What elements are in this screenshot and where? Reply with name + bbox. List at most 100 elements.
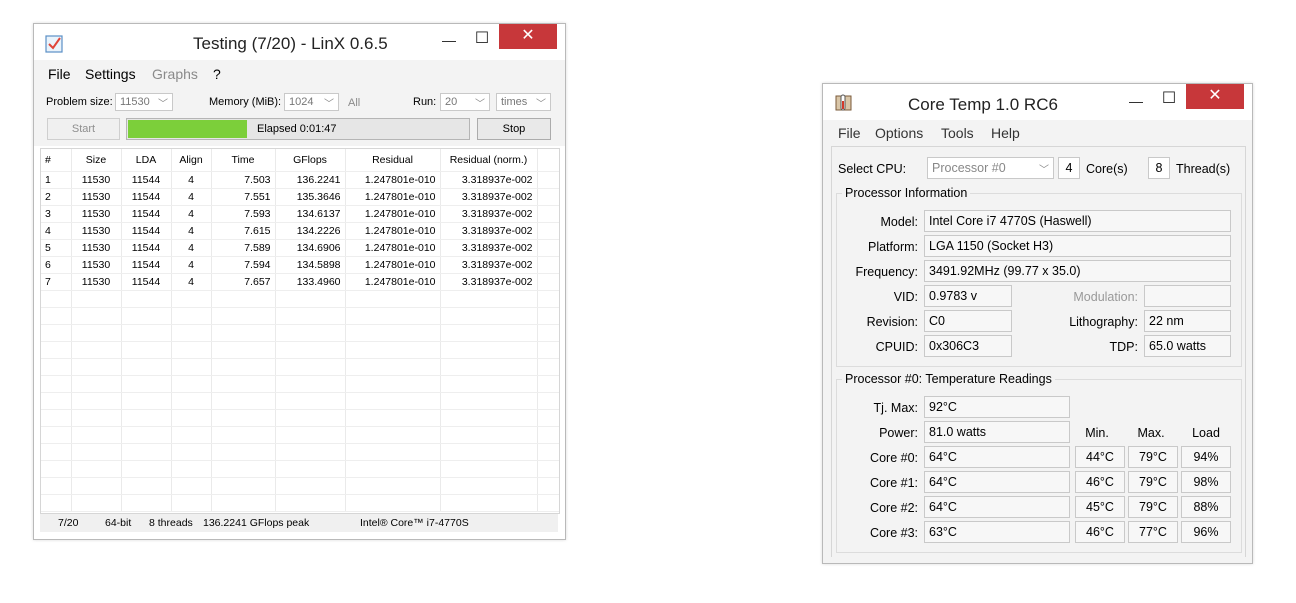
table-row[interactable] <box>41 290 559 308</box>
start-button[interactable]: Start <box>47 118 120 140</box>
col-time[interactable]: Time <box>211 149 276 172</box>
menu-file[interactable]: File <box>48 66 71 82</box>
coretemp-body: Select CPU: Processor #0 ﹀ 4 Core(s) 8 T… <box>831 146 1246 557</box>
table-cell <box>211 409 276 427</box>
results-table: # Size LDA Align Time GFlops Residual Re… <box>41 149 559 512</box>
col-align[interactable]: Align <box>171 149 212 172</box>
table-row[interactable]: 3 11530 11544 4 7.593 134.6137 1.247801e-010 3.… <box>41 205 559 223</box>
table-cell <box>211 477 276 495</box>
col-index[interactable]: # <box>41 149 72 172</box>
table-row[interactable] <box>41 443 559 461</box>
modulation-label: Modulation: <box>1073 290 1138 304</box>
table-cell: 3.318937e-002 <box>440 205 538 223</box>
table-row[interactable] <box>41 426 559 444</box>
memory-select[interactable]: 1024 ﹀ <box>284 93 339 111</box>
linx-titlebar[interactable]: Testing (7/20) - LinX 0.6.5 — ☐ ✕ <box>34 24 565 58</box>
col-residual[interactable]: Residual <box>345 149 441 172</box>
table-row[interactable] <box>41 341 559 359</box>
table-row[interactable] <box>41 375 559 393</box>
threads-label: Thread(s) <box>1176 162 1231 176</box>
close-button[interactable]: ✕ <box>1186 84 1244 109</box>
col-size[interactable]: Size <box>71 149 122 172</box>
minimize-button[interactable]: — <box>1124 93 1148 109</box>
linx-statusbar: 7/20 64-bit 8 threads 136.2241 GFlops pe… <box>40 513 558 532</box>
core-temp-value: 64°C <box>924 446 1070 468</box>
select-cpu-value: Processor #0 <box>932 161 1006 175</box>
table-cell: 1.247801e-010 <box>345 222 441 240</box>
table-row[interactable]: 2 11530 11544 4 7.551 135.3646 1.247801e-010 3.… <box>41 188 559 206</box>
menu-settings[interactable]: Settings <box>85 66 136 82</box>
table-row[interactable] <box>41 307 559 325</box>
maximize-button[interactable]: ☐ <box>470 28 494 48</box>
table-cell <box>121 358 172 376</box>
col-gflops[interactable]: GFlops <box>275 149 346 172</box>
menu-help[interactable]: Help <box>991 125 1020 141</box>
menu-help[interactable]: ? <box>213 66 221 82</box>
table-row[interactable]: 5 11530 11544 4 7.589 134.6906 1.247801e-010 3.… <box>41 239 559 257</box>
minimize-button[interactable]: — <box>437 32 461 48</box>
menu-options[interactable]: Options <box>875 125 923 141</box>
table-cell: 1.247801e-010 <box>345 188 441 206</box>
table-row[interactable]: 1 11530 11544 4 7.503 136.2241 1.247801e-010 3.… <box>41 171 559 189</box>
run-label: Run: <box>413 96 437 108</box>
table-row[interactable] <box>41 477 559 495</box>
menu-file[interactable]: File <box>838 125 861 141</box>
select-cpu-dropdown[interactable]: Processor #0 ﹀ <box>927 157 1054 179</box>
table-cell <box>537 205 559 223</box>
table-row[interactable] <box>41 460 559 478</box>
problem-size-select[interactable]: 11530 ﹀ <box>115 93 173 111</box>
table-cell <box>537 460 559 478</box>
table-cell <box>71 307 122 325</box>
table-row[interactable] <box>41 358 559 376</box>
table-cell <box>275 443 346 461</box>
col-residual-norm[interactable]: Residual (norm.) <box>440 149 538 172</box>
table-cell <box>440 477 538 495</box>
table-row[interactable] <box>41 392 559 410</box>
table-cell <box>71 341 122 359</box>
core-load-value: 88% <box>1181 496 1231 518</box>
table-cell <box>275 290 346 308</box>
table-cell <box>121 392 172 410</box>
results-header-row: # Size LDA Align Time GFlops Residual Re… <box>41 149 559 172</box>
table-cell <box>345 341 441 359</box>
table-cell <box>41 307 72 325</box>
table-cell <box>71 358 122 376</box>
close-button[interactable]: ✕ <box>499 24 557 49</box>
table-cell <box>71 290 122 308</box>
memory-all-option[interactable]: All <box>348 97 360 109</box>
table-row[interactable]: 6 11530 11544 4 7.594 134.5898 1.247801e-010 3.… <box>41 256 559 274</box>
core-max-value: 79°C <box>1128 496 1178 518</box>
table-row[interactable]: 7 11530 11544 4 7.657 133.4960 1.247801e-010 3.… <box>41 273 559 291</box>
menu-graphs[interactable]: Graphs <box>152 66 198 82</box>
table-row[interactable] <box>41 324 559 342</box>
cpuid-value: 0x306C3 <box>924 335 1012 357</box>
run-unit-select[interactable]: times ﹀ <box>496 93 551 111</box>
stop-button[interactable]: Stop <box>477 118 551 140</box>
run-count-select[interactable]: 20 ﹀ <box>440 93 490 111</box>
table-cell <box>171 290 212 308</box>
table-cell: 11530 <box>71 171 122 189</box>
linx-menubar: File Settings Graphs ? <box>34 60 565 88</box>
table-cell <box>537 426 559 444</box>
table-cell <box>537 341 559 359</box>
table-cell <box>275 324 346 342</box>
elapsed-time: Elapsed 0:01:47 <box>257 123 337 135</box>
table-cell: 11530 <box>71 256 122 274</box>
table-cell <box>275 409 346 427</box>
table-cell <box>211 375 276 393</box>
table-cell <box>345 494 441 512</box>
table-cell <box>71 324 122 342</box>
menu-tools[interactable]: Tools <box>941 125 974 141</box>
table-row[interactable]: 4 11530 11544 4 7.615 134.2226 1.247801e-010 3.… <box>41 222 559 240</box>
table-row[interactable] <box>41 494 559 512</box>
coretemp-titlebar[interactable]: Core Temp 1.0 RC6 — ☐ ✕ <box>823 84 1252 120</box>
table-cell: 134.2226 <box>275 222 346 240</box>
chevron-down-icon: ﹀ <box>1039 165 1049 176</box>
status-bits: 64-bit <box>105 517 132 529</box>
core-load-value: 96% <box>1181 521 1231 543</box>
col-lda[interactable]: LDA <box>121 149 172 172</box>
table-row[interactable] <box>41 409 559 427</box>
maximize-button[interactable]: ☐ <box>1157 88 1181 108</box>
table-cell: 3.318937e-002 <box>440 222 538 240</box>
vid-value: 0.9783 v <box>924 285 1012 307</box>
